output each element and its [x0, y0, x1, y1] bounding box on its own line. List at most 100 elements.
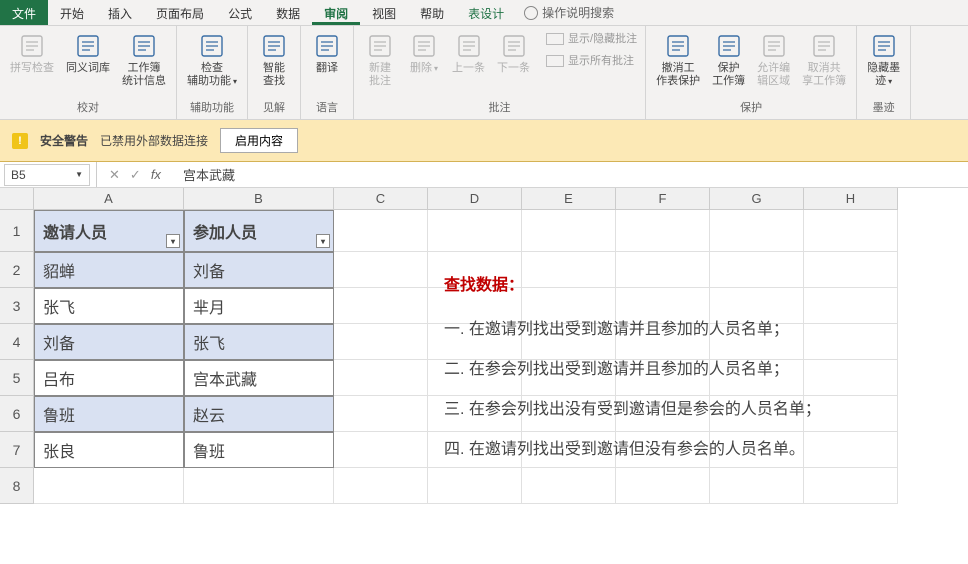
cell[interactable]: [184, 468, 334, 504]
row-header[interactable]: 1: [0, 210, 34, 252]
table-cell[interactable]: 张飞: [34, 288, 184, 324]
ribbon-group-4: 新建批注删除▾上一条下一条显示/隐藏批注显示所有批注批注: [354, 26, 646, 119]
tab-9[interactable]: 表设计: [456, 0, 516, 25]
ribbon-icon: [313, 32, 341, 60]
row-header[interactable]: 2: [0, 252, 34, 288]
row-headers: 12345678: [0, 188, 34, 564]
row-header[interactable]: 4: [0, 324, 34, 360]
ribbon-btn[interactable]: 检查辅助功能▾: [185, 30, 239, 90]
col-header[interactable]: D: [428, 188, 522, 210]
cell[interactable]: [428, 468, 522, 504]
ribbon-icon: [130, 32, 158, 60]
cancel-icon[interactable]: ✕: [109, 167, 120, 183]
table-cell[interactable]: 鲁班: [34, 396, 184, 432]
col-header[interactable]: B: [184, 188, 334, 210]
cell[interactable]: [428, 210, 522, 252]
ribbon-icon: [260, 32, 288, 60]
cell[interactable]: [522, 468, 616, 504]
cell[interactable]: [522, 210, 616, 252]
tab-8[interactable]: 帮助: [408, 0, 456, 25]
ribbon-btn: 取消共享工作簿: [800, 30, 848, 90]
ribbon-btn[interactable]: 撤消工作表保护: [654, 30, 702, 90]
cell[interactable]: [334, 252, 428, 288]
col-header[interactable]: C: [334, 188, 428, 210]
row-header[interactable]: 7: [0, 432, 34, 468]
cell[interactable]: [334, 468, 428, 504]
table-cell[interactable]: 貂蝉: [34, 252, 184, 288]
ribbon-btn[interactable]: 工作簿统计信息: [120, 30, 168, 90]
ribbon-icon: [366, 32, 394, 60]
tab-4[interactable]: 公式: [216, 0, 264, 25]
ribbon-btn[interactable]: 智能查找: [256, 30, 292, 90]
formula-input[interactable]: 宫本武藏: [173, 165, 235, 184]
table-cell[interactable]: 刘备: [184, 252, 334, 288]
row-header[interactable]: 6: [0, 396, 34, 432]
table-cell[interactable]: 刘备: [34, 324, 184, 360]
tab-5[interactable]: 数据: [264, 0, 312, 25]
ribbon-icon: [810, 32, 838, 60]
instruction-item: 三. 在参会列找出没有受到邀请但是参会的人员名单；: [444, 390, 821, 430]
ribbon-btn[interactable]: 翻译: [309, 30, 345, 77]
table-cell[interactable]: 赵云: [184, 396, 334, 432]
cell[interactable]: [334, 210, 428, 252]
tell-me[interactable]: 操作说明搜索: [516, 0, 622, 25]
ribbon-group-3: 翻译语言: [301, 26, 354, 119]
cell[interactable]: [710, 468, 804, 504]
row-header[interactable]: 8: [0, 468, 34, 504]
ribbon-icon: [74, 32, 102, 60]
tab-7[interactable]: 视图: [360, 0, 408, 25]
group-label: 校对: [77, 97, 99, 117]
ribbon-group-1: 检查辅助功能▾ 辅助功能: [177, 26, 248, 119]
ribbon-btn[interactable]: 隐藏墨迹▾: [865, 30, 902, 90]
table-cell[interactable]: 宫本武藏: [184, 360, 334, 396]
enable-content-button[interactable]: 启用内容: [220, 128, 298, 153]
col-header[interactable]: A: [34, 188, 184, 210]
cell[interactable]: [804, 468, 898, 504]
filter-icon[interactable]: ▾: [316, 234, 330, 248]
cell[interactable]: [334, 288, 428, 324]
col-header[interactable]: E: [522, 188, 616, 210]
tab-2[interactable]: 插入: [96, 0, 144, 25]
ribbon-btn: 删除▾: [406, 30, 442, 77]
warning-msg: 已禁用外部数据连接: [100, 132, 208, 149]
ribbon-btn[interactable]: 保护工作簿: [710, 30, 747, 90]
fx-icon[interactable]: fx: [151, 167, 161, 182]
cell[interactable]: [804, 210, 898, 252]
filter-icon[interactable]: ▾: [166, 234, 180, 248]
tab-0[interactable]: 文件: [0, 0, 48, 25]
group-label: 墨迹: [873, 97, 895, 117]
table-cell[interactable]: 吕布: [34, 360, 184, 396]
name-box[interactable]: B5▼: [4, 164, 90, 186]
table-cell[interactable]: 张良: [34, 432, 184, 468]
ribbon-btn[interactable]: 同义词库: [64, 30, 112, 77]
table-cell[interactable]: 芈月: [184, 288, 334, 324]
table-cell[interactable]: 张飞: [184, 324, 334, 360]
enter-icon[interactable]: ✓: [130, 167, 141, 183]
cell[interactable]: [34, 468, 184, 504]
select-all-corner[interactable]: [0, 188, 34, 210]
tab-1[interactable]: 开始: [48, 0, 96, 25]
bulb-icon: [524, 6, 538, 20]
col-header[interactable]: G: [710, 188, 804, 210]
cell[interactable]: [334, 432, 428, 468]
tab-6[interactable]: 审阅: [312, 0, 360, 25]
group-label: 辅助功能: [190, 97, 234, 117]
col-header[interactable]: H: [804, 188, 898, 210]
table-cell[interactable]: 鲁班: [184, 432, 334, 468]
row-header[interactable]: 3: [0, 288, 34, 324]
cell[interactable]: [334, 324, 428, 360]
row-header[interactable]: 5: [0, 360, 34, 396]
tab-3[interactable]: 页面布局: [144, 0, 216, 25]
formula-bar: B5▼ ✕ ✓ fx 宫本武藏: [0, 162, 968, 188]
cell[interactable]: [334, 396, 428, 432]
ribbon-icon: [198, 32, 226, 60]
col-header[interactable]: F: [616, 188, 710, 210]
table-header[interactable]: 参加人员▾: [184, 210, 334, 252]
group-label: 保护: [740, 97, 762, 117]
ribbon-icon: [760, 32, 788, 60]
table-header[interactable]: 邀请人员▾: [34, 210, 184, 252]
cell[interactable]: [616, 468, 710, 504]
cell[interactable]: [334, 360, 428, 396]
cell[interactable]: [616, 210, 710, 252]
cell[interactable]: [710, 210, 804, 252]
